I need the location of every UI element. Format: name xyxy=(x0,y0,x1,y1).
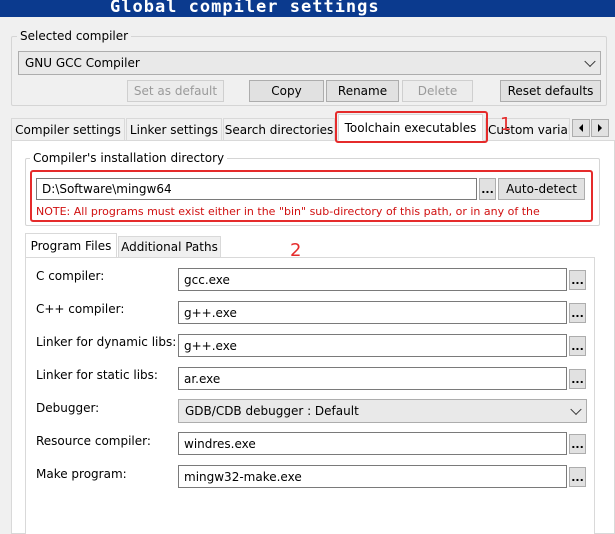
arrow-left-icon xyxy=(579,124,583,132)
cpp-compiler-label: C++ compiler: xyxy=(36,302,125,316)
annotation-number-1: 1 xyxy=(500,114,512,135)
program-files-panel xyxy=(25,257,595,534)
debugger-select-value: GDB/CDB debugger : Default xyxy=(185,404,359,418)
copy-button[interactable]: Copy xyxy=(249,80,324,102)
resource-compiler-browse-button[interactable]: ... xyxy=(569,434,586,454)
tab-scroll-right-button[interactable] xyxy=(591,119,609,137)
chevron-down-icon xyxy=(570,403,582,416)
linker-static-label: Linker for static libs: xyxy=(36,368,158,382)
delete-button[interactable]: Delete xyxy=(402,80,473,102)
ellipsis-icon: ... xyxy=(571,470,584,484)
debugger-label: Debugger: xyxy=(36,401,100,415)
tab-compiler-settings[interactable]: Compiler settings xyxy=(11,118,125,140)
ellipsis-icon: ... xyxy=(571,273,584,287)
window-title: Global compiler settings xyxy=(110,0,380,17)
make-program-label: Make program: xyxy=(36,467,127,481)
reset-defaults-button[interactable]: Reset defaults xyxy=(500,80,601,102)
ellipsis-icon: ... xyxy=(571,372,584,386)
make-program-input[interactable]: mingw32-make.exe xyxy=(178,465,567,488)
tab-scroll-left-button[interactable] xyxy=(572,119,590,137)
tab-linker-settings[interactable]: Linker settings xyxy=(126,118,222,140)
make-program-browse-button[interactable]: ... xyxy=(569,467,586,487)
linker-static-browse-button[interactable]: ... xyxy=(569,369,586,389)
chevron-down-icon xyxy=(584,55,596,68)
c-compiler-label: C compiler: xyxy=(36,269,105,283)
debugger-select[interactable]: GDB/CDB debugger : Default xyxy=(178,399,587,423)
compiler-select-value: GNU GCC Compiler xyxy=(25,56,140,70)
linker-static-input[interactable]: ar.exe xyxy=(178,367,567,390)
linker-dynamic-input[interactable]: g++.exe xyxy=(178,334,567,357)
resource-compiler-input[interactable]: windres.exe xyxy=(178,432,567,455)
install-dir-legend: Compiler's installation directory xyxy=(30,151,228,165)
resource-compiler-label: Resource compiler: xyxy=(36,434,151,448)
rename-button[interactable]: Rename xyxy=(326,80,399,102)
cpp-compiler-input[interactable]: g++.exe xyxy=(178,301,567,324)
highlight-box-tab xyxy=(335,111,488,143)
cpp-compiler-browse-button[interactable]: ... xyxy=(569,303,586,323)
set-as-default-button[interactable]: Set as default xyxy=(127,80,224,102)
selected-compiler-legend: Selected compiler xyxy=(17,29,132,43)
ellipsis-icon: ... xyxy=(571,437,584,451)
ellipsis-icon: ... xyxy=(571,306,584,320)
arrow-right-icon xyxy=(598,124,602,132)
linker-dynamic-browse-button[interactable]: ... xyxy=(569,336,586,356)
c-compiler-browse-button[interactable]: ... xyxy=(569,270,586,290)
subtab-additional-paths[interactable]: Additional Paths xyxy=(118,236,221,257)
subtab-program-files[interactable]: Program Files xyxy=(25,233,117,258)
tab-search-directories[interactable]: Search directories xyxy=(223,118,335,140)
c-compiler-input[interactable]: gcc.exe xyxy=(178,268,567,291)
tab-custom-variables[interactable]: Custom variab xyxy=(485,118,570,140)
linker-dynamic-label: Linker for dynamic libs: xyxy=(36,335,177,349)
ellipsis-icon: ... xyxy=(571,339,584,353)
compiler-select[interactable]: GNU GCC Compiler xyxy=(18,51,601,75)
highlight-box-install-dir xyxy=(30,170,593,222)
